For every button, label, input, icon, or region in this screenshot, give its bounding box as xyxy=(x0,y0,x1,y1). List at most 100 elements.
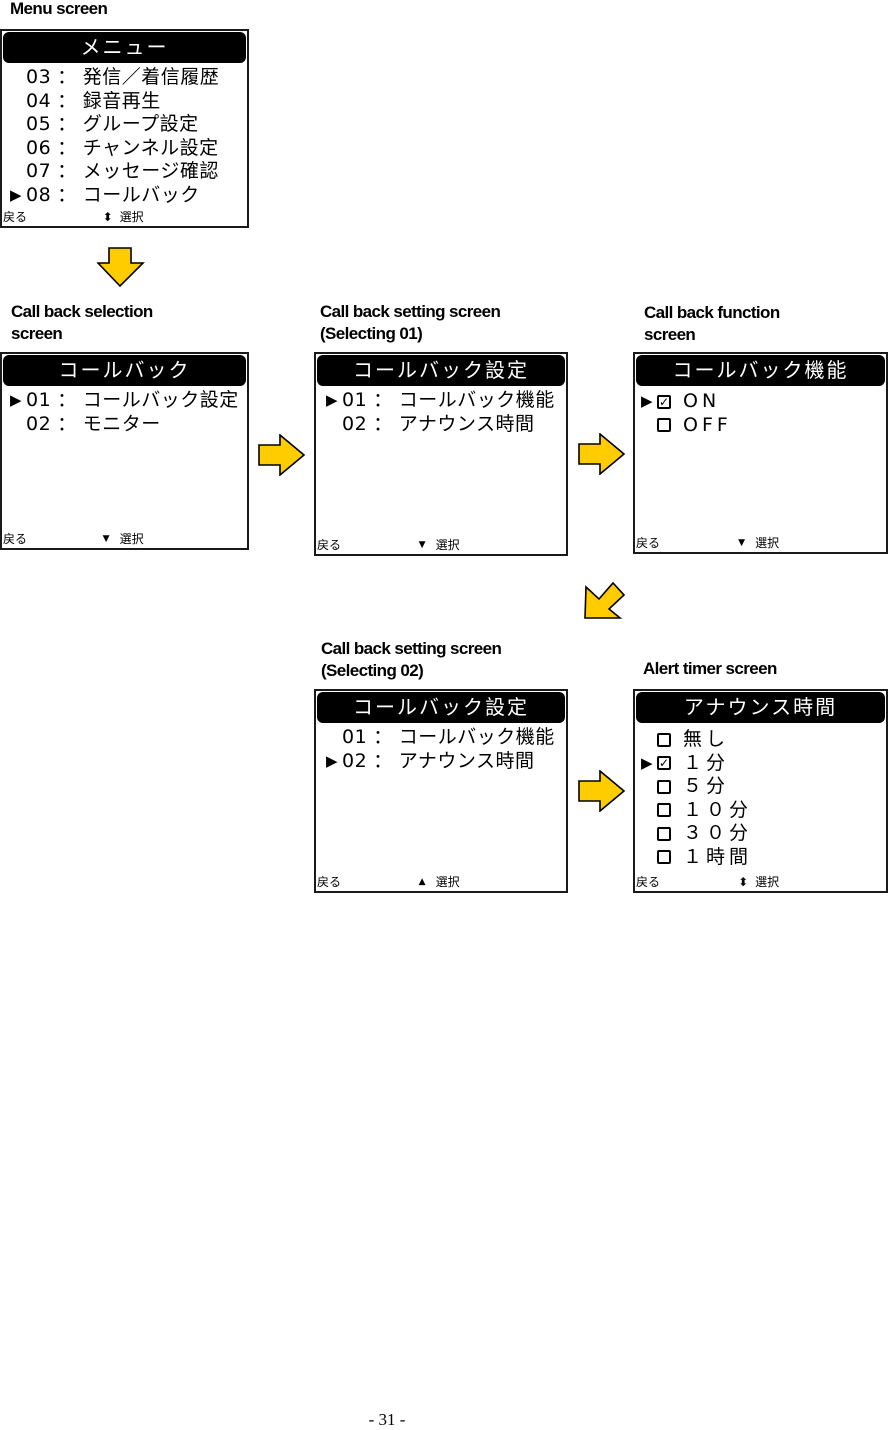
option-item[interactable]: ▶ ✓ ON xyxy=(641,390,882,414)
item-label: コールバック設定 xyxy=(82,389,239,412)
item-label: コールバック xyxy=(82,183,200,206)
menu-item[interactable]: ▶01：コールバック機能 xyxy=(326,726,562,750)
item-number: 05 xyxy=(26,113,52,136)
caption-callback-selection-screen: Call back selection screen xyxy=(11,302,153,343)
menu-item[interactable]: ▶05：グループ設定 xyxy=(10,113,243,137)
softkey-select[interactable]: 選択 xyxy=(120,208,144,226)
checkbox-unchecked-icon[interactable] xyxy=(657,732,671,747)
caption-callback-function-screen: Call back function screen xyxy=(644,303,780,344)
softkey-back[interactable]: 戻る xyxy=(3,208,27,226)
item-separator: ： xyxy=(57,113,77,136)
item-label: コールバック機能 xyxy=(398,726,555,749)
option-list: ▶✓ ON▶OFF xyxy=(641,390,882,437)
item-label: 録音再生 xyxy=(82,89,161,112)
softkey-select[interactable]: 選択 xyxy=(755,873,779,891)
nav-down-icon: ▼ xyxy=(738,538,745,548)
item-separator: ： xyxy=(373,389,393,412)
softkey-select[interactable]: 選択 xyxy=(755,534,779,552)
menu-item[interactable]: ▶01：コールバック機能 xyxy=(326,389,562,413)
softkey-bar: 戻る ⬍ 選択 xyxy=(3,208,246,226)
option-label: １分 xyxy=(683,751,730,774)
option-label: 無し xyxy=(683,728,730,751)
option-label: １０分 xyxy=(683,798,753,821)
option-item[interactable]: ▶１時間 xyxy=(641,846,882,870)
checkbox-unchecked-icon[interactable] xyxy=(657,418,671,433)
menu-item[interactable]: ▶02：アナウンス時間 xyxy=(326,413,562,437)
menu-list: ▶01：コールバック機能▶02：アナウンス時間 xyxy=(326,389,562,436)
nav-down-icon: ▼ xyxy=(102,534,110,544)
softkey-select[interactable]: 選択 xyxy=(436,536,460,554)
item-label: チャンネル設定 xyxy=(82,136,219,159)
softkey-back[interactable]: 戻る xyxy=(317,536,341,554)
checkbox-unchecked-icon[interactable] xyxy=(657,803,671,818)
caption-callback-setting-01: Call back setting screen (Selecting 01) xyxy=(320,302,501,343)
menu-item[interactable]: ▶06：チャンネル設定 xyxy=(10,137,243,161)
page-number: - 31 - xyxy=(368,1410,406,1429)
selection-cursor-icon: ▶ xyxy=(326,751,339,770)
softkey-back[interactable]: 戻る xyxy=(317,873,341,891)
menu-list: ▶01：コールバック設定▶02：モニター xyxy=(10,389,243,436)
item-number: 04 xyxy=(26,89,52,112)
item-number: 01 xyxy=(26,389,52,412)
softkey-bar: 戻る ⬍ 選択 xyxy=(636,873,885,891)
menu-item[interactable]: ▶07：メッセージ確認 xyxy=(10,160,243,184)
menu-item[interactable]: ▶ 08：コールバック xyxy=(10,184,243,208)
softkey-bar: 戻る ▼ 選択 xyxy=(3,530,246,548)
selection-cursor-icon: ▶ xyxy=(641,392,654,411)
item-separator: ： xyxy=(57,89,77,112)
flow-arrow-right-icon xyxy=(578,433,626,475)
selection-cursor-icon: ▶ xyxy=(10,391,23,410)
item-number: 02 xyxy=(342,749,368,772)
caption-alert-timer-screen: Alert timer screen xyxy=(643,659,777,678)
option-item[interactable]: ▶５分 xyxy=(641,775,882,799)
softkey-bar: 戻る ▼ 選択 xyxy=(636,534,885,552)
item-separator: ： xyxy=(57,160,77,183)
checkbox-unchecked-icon[interactable] xyxy=(657,850,671,865)
softkey-back[interactable]: 戻る xyxy=(3,530,27,548)
item-label: アナウンス時間 xyxy=(398,412,535,435)
item-number: 08 xyxy=(26,183,52,206)
item-separator: ： xyxy=(57,66,77,89)
callback-function-screen: コールバック機能 ▶✓ ON▶OFF 戻る ▼ 選択 xyxy=(633,352,888,554)
selection-cursor-icon: ▶ xyxy=(326,391,339,410)
screen-title: コールバック設定 xyxy=(317,355,565,386)
checkbox-checked-icon[interactable]: ✓ xyxy=(657,394,671,409)
softkey-back[interactable]: 戻る xyxy=(636,534,660,552)
item-separator: ： xyxy=(373,412,393,435)
checkbox-unchecked-icon[interactable] xyxy=(657,779,671,794)
menu-item[interactable]: ▶02：モニター xyxy=(10,413,243,437)
option-label: ５分 xyxy=(683,775,730,798)
option-item[interactable]: ▶１０分 xyxy=(641,799,882,823)
flow-arrow-right-icon xyxy=(258,434,306,476)
nav-down-icon: ▼ xyxy=(418,540,426,550)
caption-menu-screen: Menu screen xyxy=(10,0,108,18)
checkbox-checked-icon[interactable]: ✓ xyxy=(657,756,671,771)
screen-title: コールバック xyxy=(3,355,246,386)
option-item[interactable]: ▶OFF xyxy=(641,414,882,438)
item-label: モニター xyxy=(82,412,161,435)
item-number: 06 xyxy=(26,136,52,159)
item-separator: ： xyxy=(373,726,393,749)
callback-selection-screen: コールバック ▶01：コールバック設定▶02：モニター 戻る ▼ 選択 xyxy=(0,352,249,550)
screen-title: コールバック設定 xyxy=(317,692,565,723)
option-item[interactable]: ▶ ✓ １分 xyxy=(641,752,882,776)
softkey-back[interactable]: 戻る xyxy=(636,873,660,891)
item-separator: ： xyxy=(57,412,77,435)
softkey-select[interactable]: 選択 xyxy=(120,530,144,548)
checkbox-unchecked-icon[interactable] xyxy=(657,826,671,841)
callback-setting-02-screen: コールバック設定 ▶01：コールバック機能▶02：アナウンス時間 戻る ▲ 選択 xyxy=(314,689,568,893)
option-item[interactable]: ▶無し xyxy=(641,728,882,752)
option-label: ３０分 xyxy=(683,822,753,845)
item-label: コールバック機能 xyxy=(398,389,555,412)
menu-item[interactable]: ▶03：発信／着信履歴 xyxy=(10,66,243,90)
menu-item[interactable]: ▶02：アナウンス時間 xyxy=(326,750,562,774)
flow-arrow-right-icon xyxy=(578,770,626,812)
option-item[interactable]: ▶３０分 xyxy=(641,822,882,846)
menu-item[interactable]: ▶04：録音再生 xyxy=(10,90,243,114)
caption-callback-setting-02: Call back setting screen (Selecting 02) xyxy=(321,639,502,680)
item-number: 01 xyxy=(342,726,368,749)
item-number: 03 xyxy=(26,66,52,89)
softkey-select[interactable]: 選択 xyxy=(436,873,460,891)
softkey-bar: 戻る ▼ 選択 xyxy=(317,536,565,554)
menu-item[interactable]: ▶ 01：コールバック設定 xyxy=(10,389,243,413)
